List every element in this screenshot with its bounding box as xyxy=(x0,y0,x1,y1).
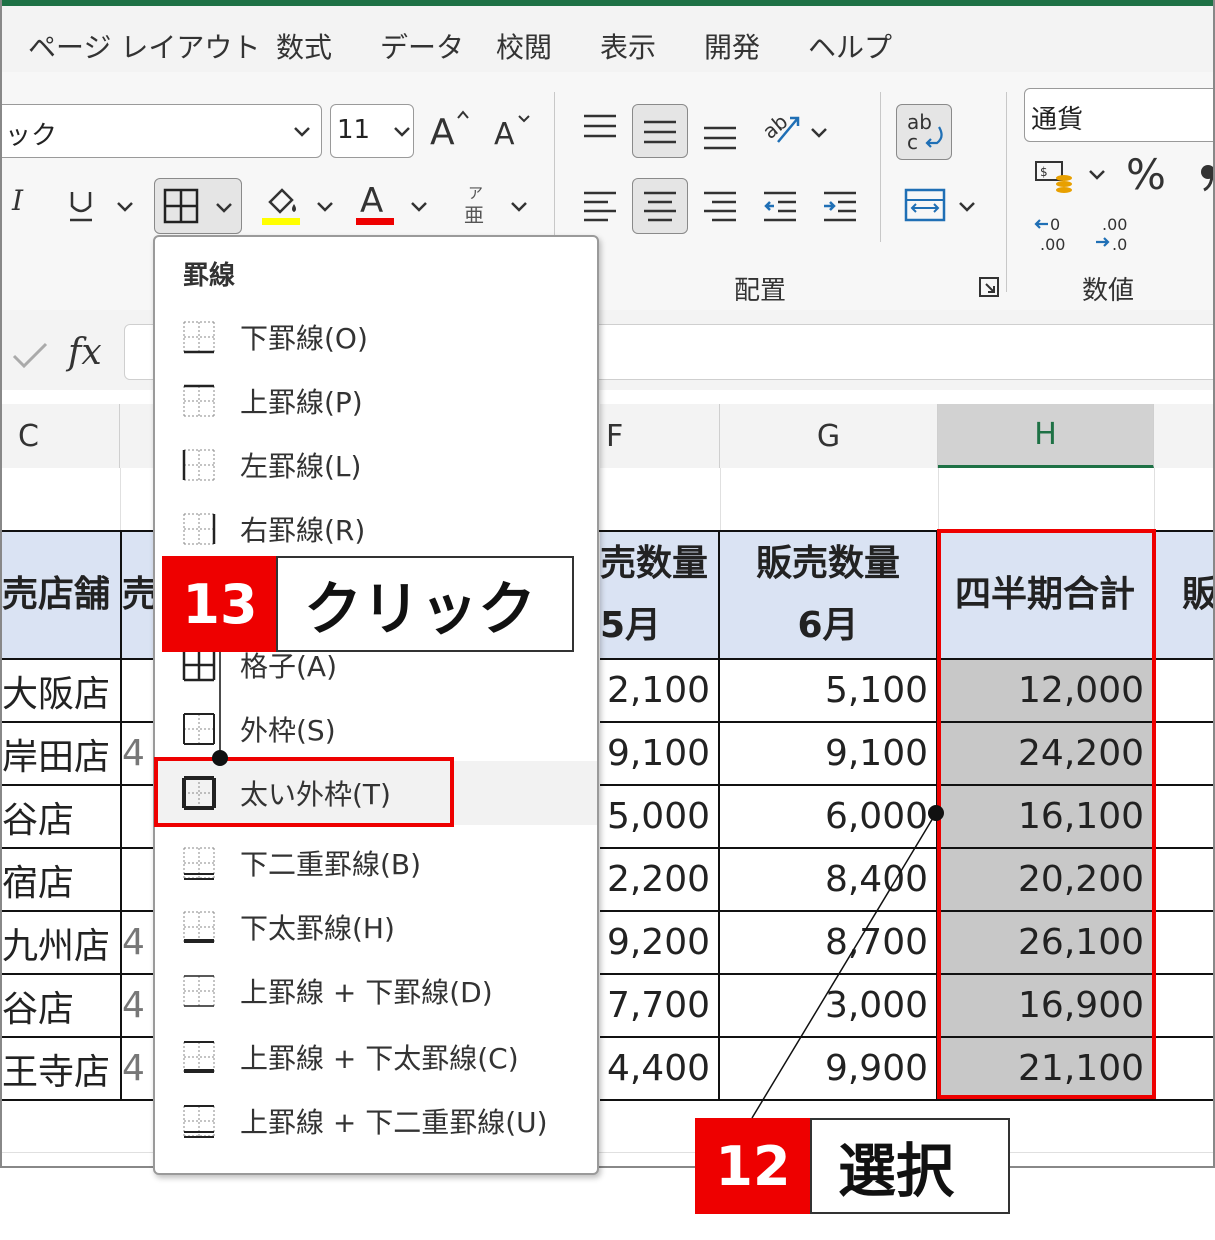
callout-leader-lines xyxy=(212,652,944,1119)
